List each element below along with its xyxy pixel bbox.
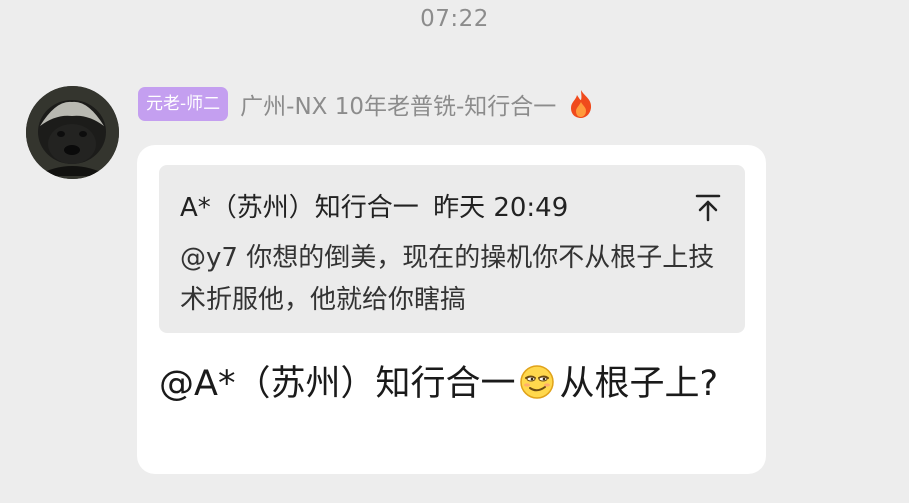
chat-screen: 07:22 元老-师二 广州-NX 10年老普铣-知行合一 A*（苏州）知行合一 — [0, 0, 909, 503]
role-badge[interactable]: 元老-师二 — [138, 87, 229, 121]
arrow-up-bar-icon[interactable] — [693, 192, 723, 222]
smirk-emoji — [519, 364, 555, 400]
honey-badger-avatar-icon — [26, 86, 119, 179]
quote-time: 昨天 20:49 — [433, 193, 569, 223]
avatar[interactable] — [26, 86, 119, 179]
quote-header: A*（苏州）知行合一 昨天 20:49 — [180, 187, 568, 224]
sender-name[interactable]: 广州-NX 10年老普铣-知行合一 — [240, 87, 556, 121]
quote-author: A*（苏州）知行合一 — [180, 193, 419, 223]
sender-row: 元老-师二 广州-NX 10年老普铣-知行合一 — [138, 86, 594, 122]
mention-link[interactable]: @A*（苏州）知行合一 — [159, 364, 515, 404]
message-body: 从根子上? — [559, 364, 719, 404]
quoted-message[interactable]: A*（苏州）知行合一 昨天 20:49 @y7 你想的倒美，现在的操机你不从根子… — [159, 165, 745, 333]
fire-icon — [568, 89, 594, 119]
message-bubble[interactable]: A*（苏州）知行合一 昨天 20:49 @y7 你想的倒美，现在的操机你不从根子… — [137, 145, 766, 474]
message-content: @A*（苏州）知行合一 从根子上? — [159, 360, 739, 408]
time-divider: 07:22 — [420, 6, 489, 32]
quote-text: @y7 你想的倒美，现在的操机你不从根子上技术折服他，他就给你瞎搞 — [180, 243, 715, 315]
